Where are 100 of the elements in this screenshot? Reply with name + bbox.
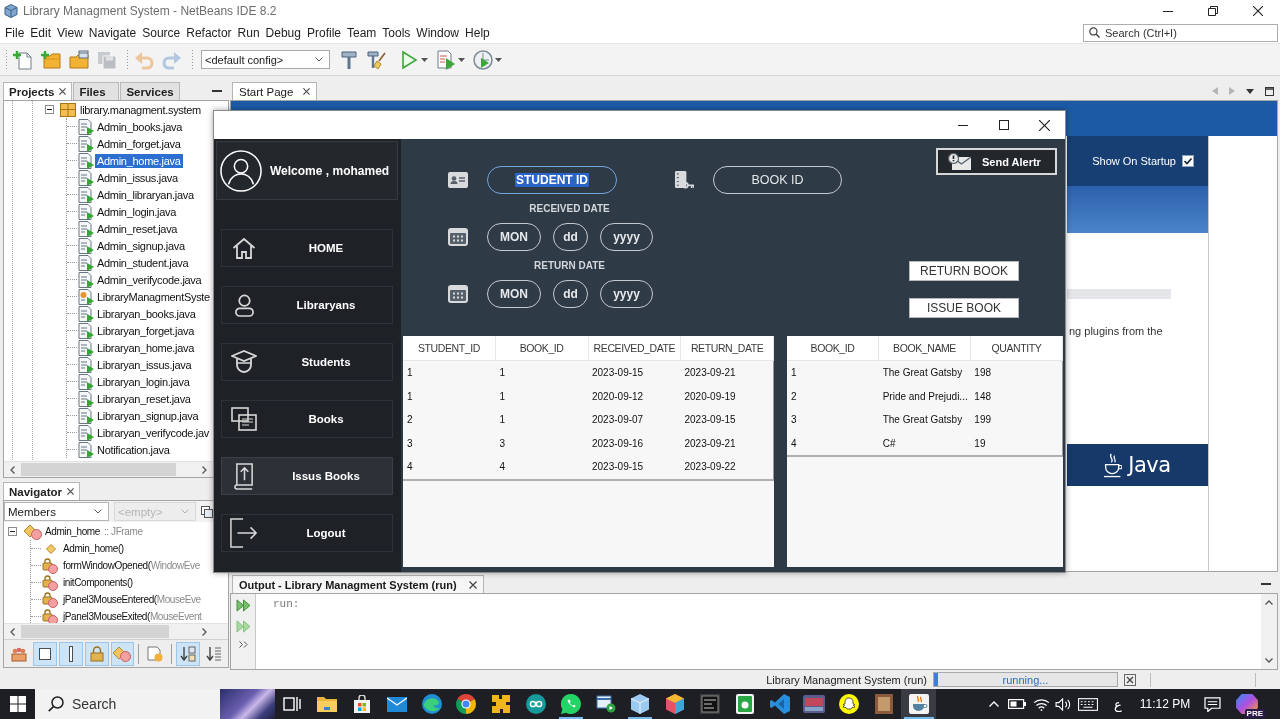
tree-item[interactable]: Admin_home() xyxy=(63,543,124,554)
close-box-icon[interactable] xyxy=(1124,673,1136,686)
menu-item[interactable]: Refactor xyxy=(183,23,235,42)
menu-item[interactable]: File xyxy=(2,23,28,42)
tree-item[interactable]: Admin_student.java xyxy=(95,255,191,270)
arrow-up-icon[interactable] xyxy=(1265,600,1273,605)
filter-toggle[interactable] xyxy=(84,641,109,666)
battery-icon[interactable] xyxy=(1008,699,1026,709)
arrow-left-icon[interactable] xyxy=(10,465,15,474)
tree-item[interactable]: formWindowOpened(WindowEve xyxy=(63,560,200,571)
clock-play-icon[interactable] xyxy=(473,49,493,70)
filter-toggle[interactable] xyxy=(32,641,57,666)
column-header[interactable]: BOOK_ID xyxy=(495,336,589,360)
panel-tab[interactable]: Projects xyxy=(3,82,73,100)
filter-toggle[interactable] xyxy=(176,641,201,666)
tree-item[interactable]: Libraryan_reset.java xyxy=(95,391,193,406)
taskbar-button[interactable] xyxy=(901,689,937,719)
tree-item[interactable]: Libraryan_home.java xyxy=(95,340,197,355)
panel-tab[interactable]: Services xyxy=(120,82,180,100)
column-header[interactable]: RECEIVED_DATE xyxy=(588,336,682,360)
tray-button[interactable]: PRE xyxy=(1227,689,1267,719)
speaker-icon[interactable] xyxy=(1054,697,1072,711)
hammer-icon[interactable] xyxy=(339,49,359,70)
nav-button[interactable]: Books xyxy=(221,400,393,438)
tree-item[interactable]: Admin_home :: JFrame xyxy=(45,526,143,537)
menu-item[interactable]: Team xyxy=(344,23,380,42)
chevron-up-icon[interactable] xyxy=(989,701,999,707)
column-header[interactable]: RETURN_DATE xyxy=(681,336,774,360)
menu-item[interactable]: Run xyxy=(234,23,263,42)
column-header[interactable]: QUANTITY xyxy=(971,336,1063,360)
panel-tab[interactable]: Navigator xyxy=(3,482,81,500)
search-box[interactable]: Search xyxy=(35,689,275,719)
tree-item[interactable]: Libraryan_login.java xyxy=(95,374,192,389)
menu-item[interactable]: Profile xyxy=(304,23,344,42)
panel-tab[interactable]: Output - Library Managment System (run) xyxy=(232,575,484,593)
double-play-icon[interactable] xyxy=(235,599,251,612)
caret-icon[interactable] xyxy=(1246,88,1254,94)
filter-toggle[interactable] xyxy=(110,641,135,666)
caret-icon[interactable] xyxy=(421,57,428,62)
maximize-icon[interactable] xyxy=(1265,86,1274,96)
caret-icon[interactable] xyxy=(458,57,465,62)
page-plus-icon[interactable] xyxy=(13,49,33,70)
menu-item[interactable]: Tools xyxy=(379,23,414,42)
tree-item[interactable]: jPanel3MouseEntered(MouseEve xyxy=(63,594,201,605)
play-icon[interactable] xyxy=(399,49,419,70)
arrow-right-icon[interactable] xyxy=(202,627,207,636)
minus-box-icon[interactable] xyxy=(8,527,17,536)
tree-item[interactable]: Libraryan_books.java xyxy=(95,306,198,321)
tree-item[interactable]: Admin_books.java xyxy=(95,119,185,134)
tree-item[interactable]: Libraryan_verifycode.jav xyxy=(95,425,212,440)
tree-item[interactable]: Admin_signup.java xyxy=(95,238,187,253)
tree-item[interactable]: Admin_issus.java xyxy=(95,170,180,185)
tree-item[interactable]: Admin_login.java xyxy=(95,204,178,219)
tree-item[interactable]: Admin_libraryan.java xyxy=(95,187,196,202)
column-header[interactable]: STUDENT_ID xyxy=(403,336,496,360)
config-dropdown[interactable]: <default config> xyxy=(201,50,330,69)
column-header[interactable]: BOOK_ID xyxy=(787,336,879,360)
search-field[interactable]: Search xyxy=(72,694,172,714)
tree-item[interactable]: Libraryan_issus.java xyxy=(95,357,194,372)
menu-item[interactable]: Window xyxy=(413,23,463,42)
action-button[interactable]: RETURN BOOK xyxy=(909,261,1019,281)
wifi-icon[interactable] xyxy=(1032,697,1050,711)
panel-tab[interactable]: Files xyxy=(73,82,120,100)
close-icon[interactable] xyxy=(468,580,477,589)
tree-item[interactable]: initComponents() xyxy=(63,577,133,588)
tree-item[interactable]: Libraryan_signup.java xyxy=(95,408,201,423)
folder-window-icon[interactable] xyxy=(69,49,89,70)
arrow-down-icon[interactable] xyxy=(1265,658,1273,663)
filter-toggle[interactable] xyxy=(58,641,83,666)
page-play-icon[interactable] xyxy=(436,49,456,70)
menu-item[interactable]: Debug xyxy=(262,23,304,42)
column-header[interactable]: BOOK_NAME xyxy=(879,336,971,360)
tree-item[interactable]: jPanel3MouseExited(MouseEvent xyxy=(63,611,202,622)
action-button[interactable]: ISSUE BOOK xyxy=(909,298,1019,318)
tree-item[interactable]: LibraryManagmentSyste xyxy=(95,289,212,304)
send-alert-button[interactable]: Send Alertr xyxy=(936,148,1057,175)
close-icon[interactable] xyxy=(67,488,75,495)
clock[interactable]: 11:12 PM xyxy=(1133,689,1197,719)
menu-item[interactable]: Edit xyxy=(27,23,55,42)
menu-item[interactable]: View xyxy=(54,23,86,42)
tree-item[interactable]: Libraryan_forget.java xyxy=(95,323,197,338)
checkbox[interactable] xyxy=(1182,155,1194,167)
nav-button[interactable]: Issus Books xyxy=(221,457,393,495)
keyboard-icon[interactable] xyxy=(1078,697,1098,711)
tree-item[interactable]: Admin_forget.java xyxy=(95,136,183,151)
search-field[interactable]: Search (Ctrl+I) xyxy=(1105,25,1270,40)
tree-item[interactable]: Admin_reset.java xyxy=(95,221,180,236)
nav-button[interactable]: HOME xyxy=(221,229,393,267)
tree-item[interactable]: library.managment.system xyxy=(78,102,203,117)
menu-item[interactable]: Help xyxy=(462,23,493,42)
nav-button[interactable]: Students xyxy=(221,343,393,381)
message-icon[interactable] xyxy=(1203,696,1221,712)
menu-item[interactable]: Source xyxy=(139,23,184,42)
tree-item[interactable]: Admin_verifycode.java xyxy=(95,272,204,287)
double-chevron-icon[interactable] xyxy=(238,641,248,648)
arrow-right-icon[interactable] xyxy=(202,465,207,474)
nav-button[interactable]: Libraryans xyxy=(221,286,393,324)
arrow-left-icon[interactable] xyxy=(10,627,15,636)
caret-icon[interactable] xyxy=(495,57,502,62)
dropdown[interactable]: Members xyxy=(4,502,109,521)
